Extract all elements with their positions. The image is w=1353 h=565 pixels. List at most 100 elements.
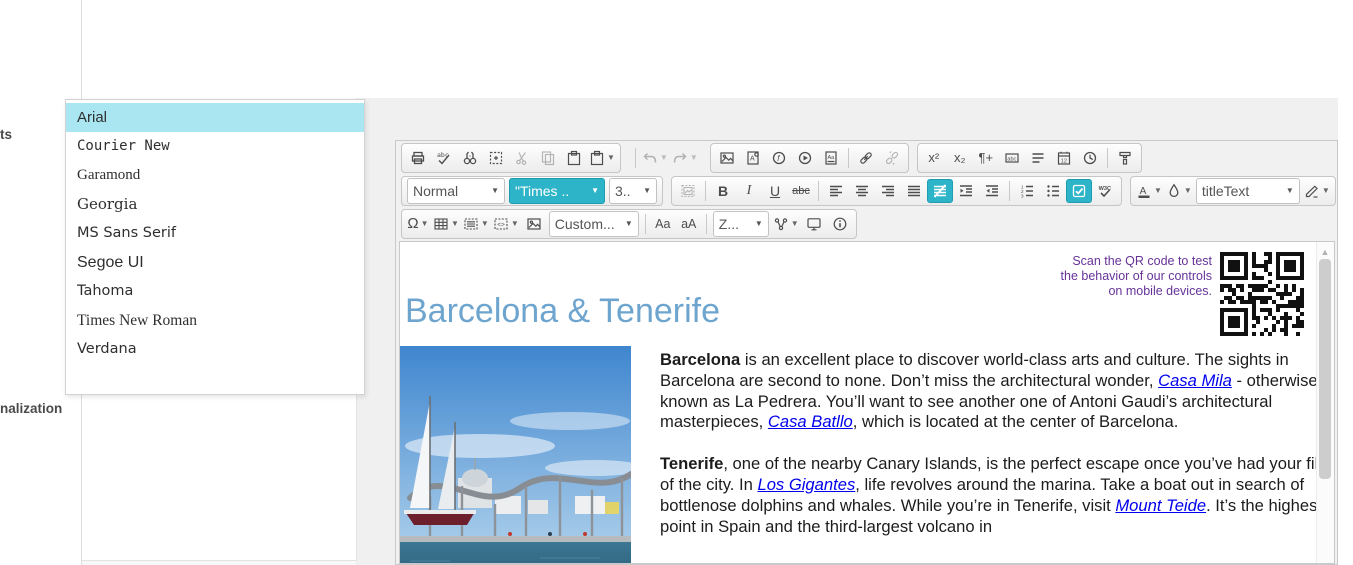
bold-button[interactable]: B [710,179,736,203]
accessibility-checker-button[interactable] [1066,178,1092,203]
custom-links-dropdown[interactable]: Custom... ▼ [548,210,639,237]
align-right-button[interactable] [875,179,901,203]
font-name-dropdown-label: "Times .. [515,182,570,199]
font-option-georgia[interactable]: Georgia [66,190,364,219]
toolbar-row: ▼ ▼ ▼ x² x₂ ¶+ [396,141,1337,174]
bold-button-glyph: B [717,182,729,199]
acronym-button[interactable] [999,146,1025,170]
insert-flash-button[interactable] [766,146,792,170]
preview-button[interactable] [801,212,827,236]
font-option-times-new-roman[interactable]: Times New Roman [66,306,364,335]
chevron-down-icon: ▼ [451,219,459,228]
spellcheck-button[interactable] [431,146,457,170]
chevron-down-icon: ▼ [659,153,668,162]
select-all-button[interactable] [483,146,509,170]
insert-time-button[interactable] [1077,146,1103,170]
font-option-arial[interactable]: Arial [66,103,364,132]
insert-document-button[interactable] [740,146,766,170]
toolbar-separator [847,147,849,168]
scrollbar-track[interactable]: ▲ [1316,242,1334,563]
doc-link[interactable]: Mount Teide [1115,496,1206,515]
insert-image-button[interactable] [714,146,740,170]
strikethrough-button[interactable]: abc [788,179,814,203]
underline-button[interactable]: U [762,179,788,203]
cut-icon [514,150,530,166]
table-properties-button[interactable]: ▼ [461,212,491,236]
unlink-icon [884,150,900,166]
sentence-case-button[interactable]: Aa [650,212,676,236]
insert-template-button[interactable] [818,146,844,170]
strip-formatting-button[interactable]: ▼ [1302,179,1332,203]
outdent-button[interactable] [979,179,1005,203]
indent-button[interactable] [953,179,979,203]
doc-link[interactable]: Los Gigantes [757,475,855,494]
format-painter-button[interactable] [1112,146,1138,170]
subscript-button-glyph: x₂ [953,150,966,165]
paragraph-style-dropdown[interactable]: Normal ▼ [407,177,505,204]
doc-link[interactable]: Casa Batllo [768,412,853,431]
foreground-color-button[interactable]: ▼ [1134,179,1164,203]
new-paragraph-button-glyph: ¶+ [978,150,994,165]
paragraph: Barcelona is an excellent place to disco… [660,350,1318,432]
scroll-up-button[interactable]: ▲ [1317,245,1333,259]
font-size-dropdown-label: 3.. [615,182,631,199]
font-dropdown-popup: Arial Courier New Garamond Georgia MS Sans S… [65,99,365,395]
font-option-courier-new[interactable]: Courier New [66,132,364,161]
painter-icon [1117,150,1133,166]
horizontal-rule-button[interactable] [1025,146,1051,170]
new-paragraph-button[interactable]: ¶+ [973,146,999,170]
chevron-down-icon: ▼ [689,153,698,162]
image-map-button[interactable] [521,212,547,236]
align-center-button[interactable] [849,179,875,203]
image-icon [719,150,735,166]
insert-symbol-button[interactable]: Ω ▼ [405,212,431,236]
font-option-tahoma[interactable]: Tahoma [66,277,364,306]
toggle-case-button[interactable]: aA [676,212,702,236]
props-icon [463,216,479,232]
xhtml-validator-button[interactable] [1092,179,1118,203]
font-name-dropdown[interactable]: "Times .. ▼ [509,177,605,204]
paste-button[interactable] [561,146,587,170]
font-size-dropdown[interactable]: 3.. ▼ [609,177,657,204]
imgprops-icon [680,183,696,199]
toolbar-separator [1009,180,1010,201]
font-option-ms-sans-serif[interactable]: MS Sans Serif [66,219,364,248]
print-button[interactable] [405,146,431,170]
insert-link-button[interactable] [853,146,879,170]
justify-none-button[interactable] [927,178,953,203]
editor-content-area[interactable]: Scan the QR code to test the behavior of… [399,241,1335,564]
bullet-list-button[interactable] [1040,179,1066,203]
copy-button [535,146,561,170]
font-option-segoe-ui[interactable]: Segoe UI [66,248,364,277]
insert-table-button[interactable]: ▼ [431,212,461,236]
toolbar-group: ▼ ▼ [629,144,702,172]
insert-media-button[interactable] [792,146,818,170]
link-icon [858,150,874,166]
find-and-replace-button[interactable] [457,146,483,170]
chevron-down-icon: ▼ [510,219,519,228]
subscript-button[interactable]: x₂ [947,146,973,170]
outdent-icon [984,183,1000,199]
insert-date-button[interactable] [1051,146,1077,170]
font-option-garamond[interactable]: Garamond [66,161,364,190]
scroll-thumb[interactable] [1319,259,1331,479]
chevron-down-icon: ▼ [790,219,799,228]
module-manager-button[interactable]: ▼ [771,212,801,236]
insert-code-snippet-button[interactable]: ▼ [491,212,521,236]
align-left-button[interactable] [823,179,849,203]
paste-options-button[interactable]: ▼ [587,146,617,170]
info-icon [832,216,848,232]
about-button[interactable] [827,212,853,236]
superscript-button[interactable]: x² [921,146,947,170]
aj-icon [906,183,922,199]
background-color-button[interactable]: ▼ [1164,179,1194,203]
italic-button[interactable]: I [736,179,762,203]
doc-link[interactable]: Casa Mila [1158,371,1232,390]
print-icon [410,150,426,166]
numbered-list-button[interactable] [1014,179,1040,203]
css-class-dropdown[interactable]: titleText ▼ [1195,177,1300,204]
font-option-verdana[interactable]: Verdana [66,335,364,364]
clock-icon [1082,150,1098,166]
zoom-dropdown[interactable]: Z... ▼ [712,210,769,237]
align-justify-button[interactable] [901,179,927,203]
